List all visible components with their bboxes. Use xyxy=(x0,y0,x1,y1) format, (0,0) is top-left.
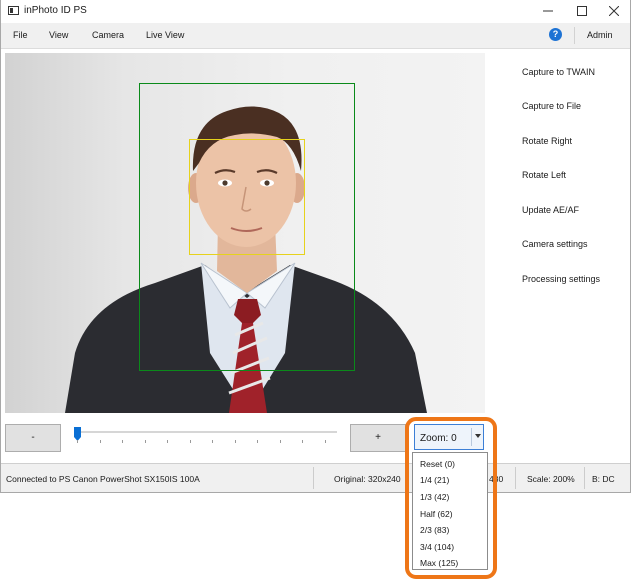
status-extra: B: DC xyxy=(592,474,615,484)
capture-to-file-button[interactable]: Capture to File xyxy=(522,101,581,111)
camera-settings-button[interactable]: Camera settings xyxy=(522,239,588,249)
status-resolution: 480 xyxy=(489,474,504,484)
zoom-slider-thumb[interactable] xyxy=(74,427,81,441)
slider-tick xyxy=(279,440,281,443)
zoom-select-value: Zoom: 0 xyxy=(420,433,457,444)
menu-view[interactable]: View xyxy=(49,30,68,40)
slider-tick xyxy=(122,440,123,443)
slider-tick xyxy=(189,440,191,443)
menu-camera[interactable]: Camera xyxy=(92,30,124,40)
menu-bar: File View Camera Live View ? Admin xyxy=(1,23,630,49)
maximize-button[interactable] xyxy=(565,0,599,22)
chevron-down-icon xyxy=(475,434,481,438)
minimize-button[interactable] xyxy=(531,0,565,22)
status-bar: Connected to PS Canon PowerShot SX150IS … xyxy=(1,463,630,492)
slider-tick xyxy=(99,440,101,443)
status-divider xyxy=(313,467,314,489)
window-title: inPhoto ID PS xyxy=(24,5,87,16)
app-window: inPhoto ID PS File View Camera Live View… xyxy=(0,0,631,493)
zoom-option-reset[interactable]: Reset (0) xyxy=(420,459,455,469)
slider-tick xyxy=(212,440,213,443)
close-button[interactable] xyxy=(597,0,631,22)
zoom-dropdown-list: Reset (0) 1/4 (21) 1/3 (42) Half (62) 2/… xyxy=(412,452,488,570)
capture-to-twain-button[interactable]: Capture to TWAIN xyxy=(522,67,595,77)
zoom-select-divider xyxy=(471,428,472,446)
slider-tick xyxy=(257,440,258,443)
zoom-option-three-quarters[interactable]: 3/4 (104) xyxy=(420,542,454,552)
update-ae-af-button[interactable]: Update AE/AF xyxy=(522,205,579,215)
zoom-option-two-thirds[interactable]: 2/3 (83) xyxy=(420,525,449,535)
zoom-select[interactable]: Zoom: 0 xyxy=(414,424,484,450)
processing-settings-button[interactable]: Processing settings xyxy=(522,274,600,284)
status-original: Original: 320x240 xyxy=(334,474,401,484)
status-divider xyxy=(584,467,585,489)
slider-tick xyxy=(77,440,78,443)
status-divider xyxy=(515,467,516,489)
slider-tick xyxy=(302,440,303,443)
rotate-left-button[interactable]: Rotate Left xyxy=(522,170,566,180)
slider-tick xyxy=(144,440,146,443)
zoom-out-button[interactable]: - xyxy=(5,424,61,452)
slider-tick xyxy=(234,440,236,443)
zoom-option-max[interactable]: Max (125) xyxy=(420,558,458,568)
app-icon xyxy=(8,6,19,15)
actions-panel: Capture to TWAIN Capture to File Rotate … xyxy=(492,53,629,413)
live-view-panel[interactable] xyxy=(5,53,485,413)
maximize-icon xyxy=(577,6,587,16)
zoom-slider-track[interactable] xyxy=(75,431,337,433)
close-icon xyxy=(609,6,619,16)
zoom-option-quarter[interactable]: 1/4 (21) xyxy=(420,475,449,485)
zoom-option-half[interactable]: Half (62) xyxy=(420,509,453,519)
menu-file[interactable]: File xyxy=(13,30,28,40)
head-frame xyxy=(189,139,305,255)
zoom-option-third[interactable]: 1/3 (42) xyxy=(420,492,449,502)
rotate-right-button[interactable]: Rotate Right xyxy=(522,136,572,146)
zoom-in-button[interactable]: + xyxy=(350,424,406,452)
admin-button[interactable]: Admin xyxy=(587,30,613,40)
slider-tick xyxy=(324,440,326,443)
slider-tick xyxy=(167,440,168,443)
help-icon[interactable]: ? xyxy=(549,28,562,41)
status-connection: Connected to PS Canon PowerShot SX150IS … xyxy=(6,474,200,484)
status-scale: Scale: 200% xyxy=(527,474,575,484)
title-bar: inPhoto ID PS xyxy=(1,0,630,22)
menu-live-view[interactable]: Live View xyxy=(146,30,184,40)
minimize-icon xyxy=(543,10,553,12)
menu-divider xyxy=(574,27,575,44)
